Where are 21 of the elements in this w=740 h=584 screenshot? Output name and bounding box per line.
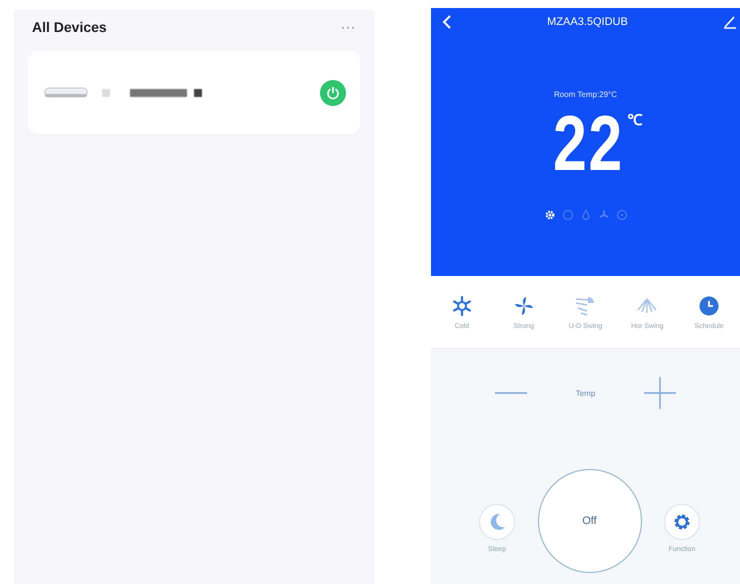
sleep-button[interactable] (479, 504, 515, 540)
fan-icon (512, 294, 535, 316)
more-menu[interactable]: ··· (341, 20, 356, 34)
power-icon (326, 86, 340, 100)
clock-icon (698, 294, 720, 316)
device-title: MZAA3.5QIDUB (547, 16, 628, 28)
minus-button[interactable] (495, 392, 528, 394)
plus-button[interactable] (644, 377, 676, 409)
gear-icon (672, 512, 692, 532)
function-button[interactable] (664, 504, 700, 540)
power-button[interactable]: Off (538, 469, 642, 573)
air-conditioner-icon (44, 86, 88, 100)
screen-title: All Devices (32, 19, 107, 35)
temperature-unit: ℃ (627, 111, 642, 129)
power-button[interactable] (320, 80, 346, 106)
temp-label: Temp (576, 388, 596, 398)
room-temperature: Room Temp:29°C (554, 90, 618, 99)
snowflake-icon (450, 294, 473, 316)
vertical-swing-icon (574, 294, 596, 316)
device-card[interactable] (28, 51, 360, 134)
set-temperature: 22 (552, 103, 624, 183)
